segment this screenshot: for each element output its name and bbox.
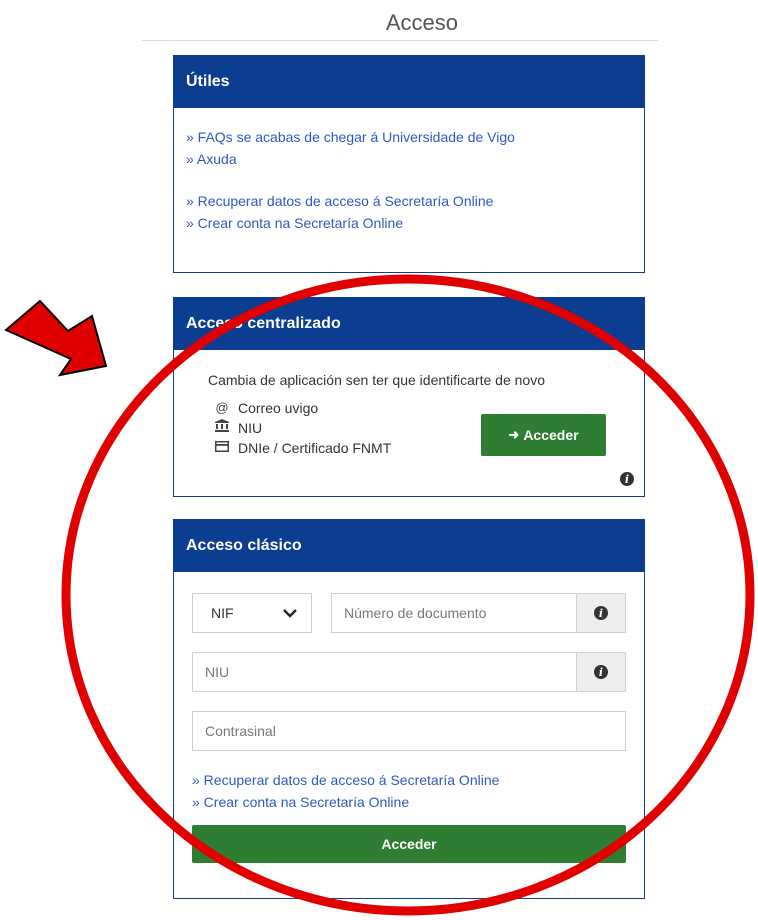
central-access-button[interactable]: ➜ Acceder — [481, 414, 606, 456]
title-divider — [142, 40, 658, 41]
niu-info-addon[interactable]: i — [576, 652, 626, 692]
method-label: DNIe / Certificado FNMT — [238, 440, 392, 456]
niu-input[interactable]: NIU — [192, 652, 577, 692]
document-number-input[interactable]: Número de documento — [331, 593, 577, 633]
info-icon[interactable]: i — [620, 472, 634, 486]
classic-access-panel: Acceso clásico NIF Número de documento i… — [173, 519, 645, 899]
classic-access-button-label: Acceder — [381, 836, 437, 852]
central-access-body: Cambia de aplicación sen ter que identif… — [174, 350, 644, 496]
method-niu: NIU — [214, 418, 391, 438]
password-placeholder: Contrasinal — [205, 723, 276, 739]
create-account-link[interactable]: » Crear conta na Secretaría Online — [186, 212, 644, 234]
document-number-placeholder: Número de documento — [344, 605, 487, 621]
info-icon: i — [594, 606, 608, 620]
id-card-icon — [214, 438, 230, 458]
chevron-down-icon — [283, 605, 297, 621]
classic-access-button[interactable]: Acceder — [192, 825, 626, 863]
info-icon: i — [594, 665, 608, 679]
link-spacer — [186, 170, 644, 190]
at-icon: @ — [215, 400, 229, 415]
classic-access-links: » Recuperar datos de acceso á Secretaría… — [192, 769, 499, 813]
recover-access-link[interactable]: » Recuperar datos de acceso á Secretaría… — [186, 190, 644, 212]
utiles-panel: Útiles » FAQs se acabas de chegar á Univ… — [173, 55, 645, 273]
utiles-panel-header: Útiles — [174, 56, 644, 108]
niu-placeholder: NIU — [205, 664, 230, 680]
red-arrow-icon — [4, 299, 108, 377]
method-correo: @ Correo uvigo — [214, 398, 391, 418]
central-access-header: Acceso centralizado — [174, 298, 644, 350]
sign-in-icon: ➜ — [508, 427, 520, 442]
institution-icon — [214, 418, 230, 438]
document-type-value: NIF — [211, 605, 234, 621]
create-account-link[interactable]: » Crear conta na Secretaría Online — [192, 791, 499, 813]
axuda-link[interactable]: » Axuda — [186, 148, 644, 170]
central-access-panel: Acceso centralizado Cambia de aplicación… — [173, 297, 645, 497]
document-info-addon[interactable]: i — [576, 593, 626, 633]
method-dnie: DNIe / Certificado FNMT — [214, 438, 391, 458]
utiles-links: » FAQs se acabas de chegar á Universidad… — [174, 108, 644, 234]
faqs-link[interactable]: » FAQs se acabas de chegar á Universidad… — [186, 126, 644, 148]
recover-access-link[interactable]: » Recuperar datos de acceso á Secretaría… — [192, 769, 499, 791]
method-label: NIU — [238, 420, 263, 436]
classic-access-header: Acceso clásico — [174, 520, 644, 572]
page-title: Acceso — [385, 10, 458, 35]
central-access-description: Cambia de aplicación sen ter que identif… — [208, 372, 545, 388]
document-type-select[interactable]: NIF — [192, 593, 312, 633]
password-input[interactable]: Contrasinal — [192, 711, 626, 751]
method-label: Correo uvigo — [238, 400, 319, 416]
central-access-button-label: Acceder — [523, 427, 579, 443]
auth-methods-list: @ Correo uvigo NIU DNIe / Certificado FN… — [214, 398, 391, 458]
